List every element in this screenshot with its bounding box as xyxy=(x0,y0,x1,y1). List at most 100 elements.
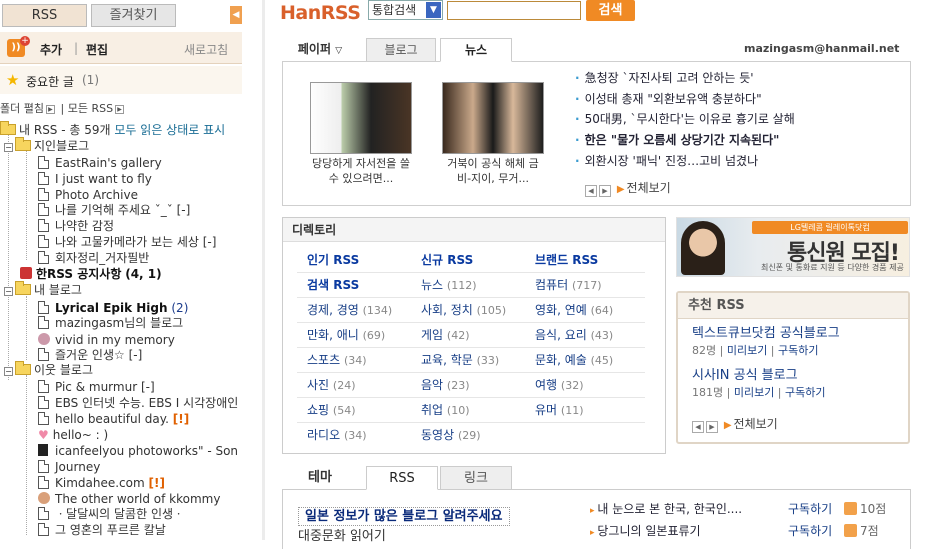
feed-item[interactable]: 나약한 감정 xyxy=(38,218,114,234)
user-email[interactable]: mazingasm@hanmail.net xyxy=(744,42,899,55)
news-photo[interactable] xyxy=(442,82,544,154)
feed-item[interactable]: vivid in my memory xyxy=(38,332,175,348)
tab-paper[interactable]: 페이퍼 ▽ xyxy=(290,38,350,61)
tab-news[interactable]: 뉴스 xyxy=(440,38,512,62)
feed-item[interactable]: Journey xyxy=(38,459,100,475)
refresh-button[interactable]: 새로고침 xyxy=(184,41,228,58)
category-link[interactable]: 쇼핑 (54) xyxy=(307,398,421,423)
see-all-link[interactable]: 전체보기 xyxy=(627,181,671,195)
feed-item[interactable]: 나를 기억해 주세요 ˇ_ˇ [-] xyxy=(38,202,190,218)
feed-item[interactable]: 회자정리_거자필반 xyxy=(38,250,149,266)
tab-bottom-rss[interactable]: RSS xyxy=(366,466,438,490)
prev-icon[interactable]: ◀ xyxy=(692,421,704,433)
folder-neighbor-blog[interactable]: − 이웃 블로그 xyxy=(4,361,93,378)
category-link[interactable]: 검색 RSS xyxy=(307,273,421,297)
category-link[interactable]: 컴퓨터 (717) xyxy=(535,273,649,298)
category-link[interactable]: 음식, 요리 (43) xyxy=(535,323,649,348)
next-icon[interactable]: ▶ xyxy=(599,185,611,197)
panel-divider[interactable] xyxy=(262,0,265,540)
important-posts[interactable]: ★ 중요한 글 (1) xyxy=(0,66,242,94)
photo-caption[interactable]: 거북이 공식 해체 금비-지이, 무거... xyxy=(442,156,544,186)
category-link[interactable]: 사회, 정치 (105) xyxy=(421,298,535,323)
see-all-link[interactable]: 전체보기 xyxy=(734,417,778,431)
feed-item[interactable]: Pic & murmur [-] xyxy=(38,379,155,395)
category-link[interactable]: 여행 (32) xyxy=(535,373,649,398)
theme-highlight-link[interactable]: 일본 정보가 많은 블로그 알려주세요 xyxy=(298,507,510,526)
category-link[interactable]: 취업 (10) xyxy=(421,398,535,423)
hanrss-logo[interactable]: HanRSS xyxy=(280,2,361,24)
next-icon[interactable]: ▶ xyxy=(706,421,718,433)
subscribe-link[interactable]: 구독하기 xyxy=(778,344,818,357)
tab-link[interactable]: 링크 xyxy=(440,466,512,490)
collapse-icon[interactable]: − xyxy=(4,143,13,152)
subscribe-link[interactable]: 구독하기 xyxy=(788,520,832,542)
expand-arrow-icon[interactable]: ▶ xyxy=(115,104,125,114)
tab-theme[interactable]: 테마 xyxy=(290,466,350,490)
category-link[interactable]: 유머 (11) xyxy=(535,398,649,423)
recommend-feed-link[interactable]: 시사IN 공식 블로그 xyxy=(692,367,902,385)
feed-item[interactable]: 나와 고물카메라가 보는 세상 [-] xyxy=(38,234,216,250)
category-link[interactable]: 라디오 (34) xyxy=(307,423,421,448)
folder-acquaintance[interactable]: − 지인블로그 xyxy=(4,137,89,154)
category-link[interactable]: 교육, 학문 (33) xyxy=(421,348,535,373)
category-link[interactable]: 영화, 연예 (64) xyxy=(535,298,649,323)
category-link[interactable]: 만화, 애니 (69) xyxy=(307,323,421,348)
search-input[interactable] xyxy=(447,1,581,20)
theme-feed-title[interactable]: 당그니의 일본표류기 xyxy=(590,524,701,538)
ad-banner[interactable]: LG텔레콤 릴레이톡닷컴 통신원 모집! 최신폰 및 통화료 지원 등 다양한 … xyxy=(676,217,910,277)
tab-favorites[interactable]: 즐겨찾기 xyxy=(91,4,176,27)
search-scope-select[interactable]: 통합검색 ▼ xyxy=(368,0,443,20)
feed-item[interactable]: Kimdahee.com [!] xyxy=(38,475,165,491)
feed-item[interactable]: ㆍ달달씨의 달콤한 인생ㆍ xyxy=(38,506,184,522)
category-link[interactable]: 게임 (42) xyxy=(421,323,535,348)
edit-button[interactable]: 편집 xyxy=(86,41,108,58)
feed-item[interactable]: ♥ hello~ : ) xyxy=(38,427,108,443)
recommend-feed-link[interactable]: 텍스트큐브닷컴 공식블로그 xyxy=(692,325,902,343)
preview-link[interactable]: 미리보기 xyxy=(727,344,767,357)
feed-item[interactable]: hello beautiful day. [!] xyxy=(38,411,189,427)
theme-item-link[interactable]: 대중문화 읽어기 xyxy=(298,530,386,544)
collapse-icon[interactable]: − xyxy=(4,367,13,376)
category-link[interactable]: 스포츠 (34) xyxy=(307,348,421,373)
feed-item[interactable]: Lyrical Epik High (2) xyxy=(38,300,188,316)
feed-item[interactable]: The other world of kkommy xyxy=(38,491,220,507)
tree-root[interactable]: 내 RSS - 총 59개 모두 읽은 상태로 표시 xyxy=(0,121,225,138)
photo-caption[interactable]: 당당하게 자서전을 쓸 수 있으려면... xyxy=(310,156,412,186)
category-link[interactable]: 음악 (23) xyxy=(421,373,535,398)
collapse-sidebar-icon[interactable]: ◀ xyxy=(230,6,242,24)
feed-item[interactable]: mazingasm님의 블로그 xyxy=(38,315,183,331)
folder-my-blog[interactable]: − 내 블로그 xyxy=(4,281,82,298)
category-link[interactable]: 인기 RSS xyxy=(307,248,421,272)
headline[interactable]: 이성태 총재 "외환보유액 충분하다" xyxy=(575,89,905,110)
headline[interactable]: 急청장 `자진사퇴 고려 안하는 듯' xyxy=(575,68,905,89)
theme-feed-title[interactable]: 내 눈으로 본 한국, 한국인.... xyxy=(590,502,742,516)
feed-item[interactable]: Photo Archive xyxy=(38,187,138,203)
headline[interactable]: 외환시장 '패닉' 진정…고비 넘겼나 xyxy=(575,151,905,172)
collapse-icon[interactable]: − xyxy=(4,287,13,296)
category-link[interactable]: 브랜드 RSS xyxy=(535,248,649,272)
subscribe-link[interactable]: 구독하기 xyxy=(788,498,832,520)
feed-item[interactable]: 그 영혼의 푸르른 칼날 xyxy=(38,522,166,538)
news-photo[interactable] xyxy=(310,82,412,154)
category-link[interactable]: 경제, 경영 (134) xyxy=(307,298,421,323)
feed-item[interactable]: EastRain's gallery xyxy=(38,155,162,171)
preview-link[interactable]: 미리보기 xyxy=(734,386,774,399)
tab-rss[interactable]: RSS xyxy=(2,4,87,27)
category-link[interactable]: 사진 (24) xyxy=(307,373,421,398)
headline[interactable]: 50대男, `무시한다'는 이유로 흉기로 살해 xyxy=(575,109,905,130)
feed-item[interactable]: EBS 인터넷 수능. EBS I 시각장애인 xyxy=(38,395,238,411)
tab-blog[interactable]: 블로그 xyxy=(366,38,436,61)
prev-icon[interactable]: ◀ xyxy=(585,185,597,197)
category-link[interactable]: 신규 RSS xyxy=(421,248,535,272)
feed-item[interactable]: 즐거운 인생☆ [-] xyxy=(38,347,142,363)
category-link[interactable]: 문화, 예술 (45) xyxy=(535,348,649,373)
feed-item[interactable]: I just want to fly xyxy=(38,171,152,187)
headline[interactable]: 한은 "물가 오름세 상당기간 지속된다" xyxy=(575,130,905,151)
folder-toggle[interactable]: 폴더 펼침 xyxy=(0,102,44,115)
search-button[interactable]: 검색 xyxy=(586,0,635,21)
feed-item[interactable]: icanfeelyou photoworks" - Son xyxy=(38,443,238,459)
add-button[interactable]: 추가 xyxy=(40,41,62,58)
expand-arrow-icon[interactable]: ▶ xyxy=(45,104,55,114)
category-link[interactable]: 뉴스 (112) xyxy=(421,273,535,298)
category-link[interactable]: 동영상 (29) xyxy=(421,423,535,448)
